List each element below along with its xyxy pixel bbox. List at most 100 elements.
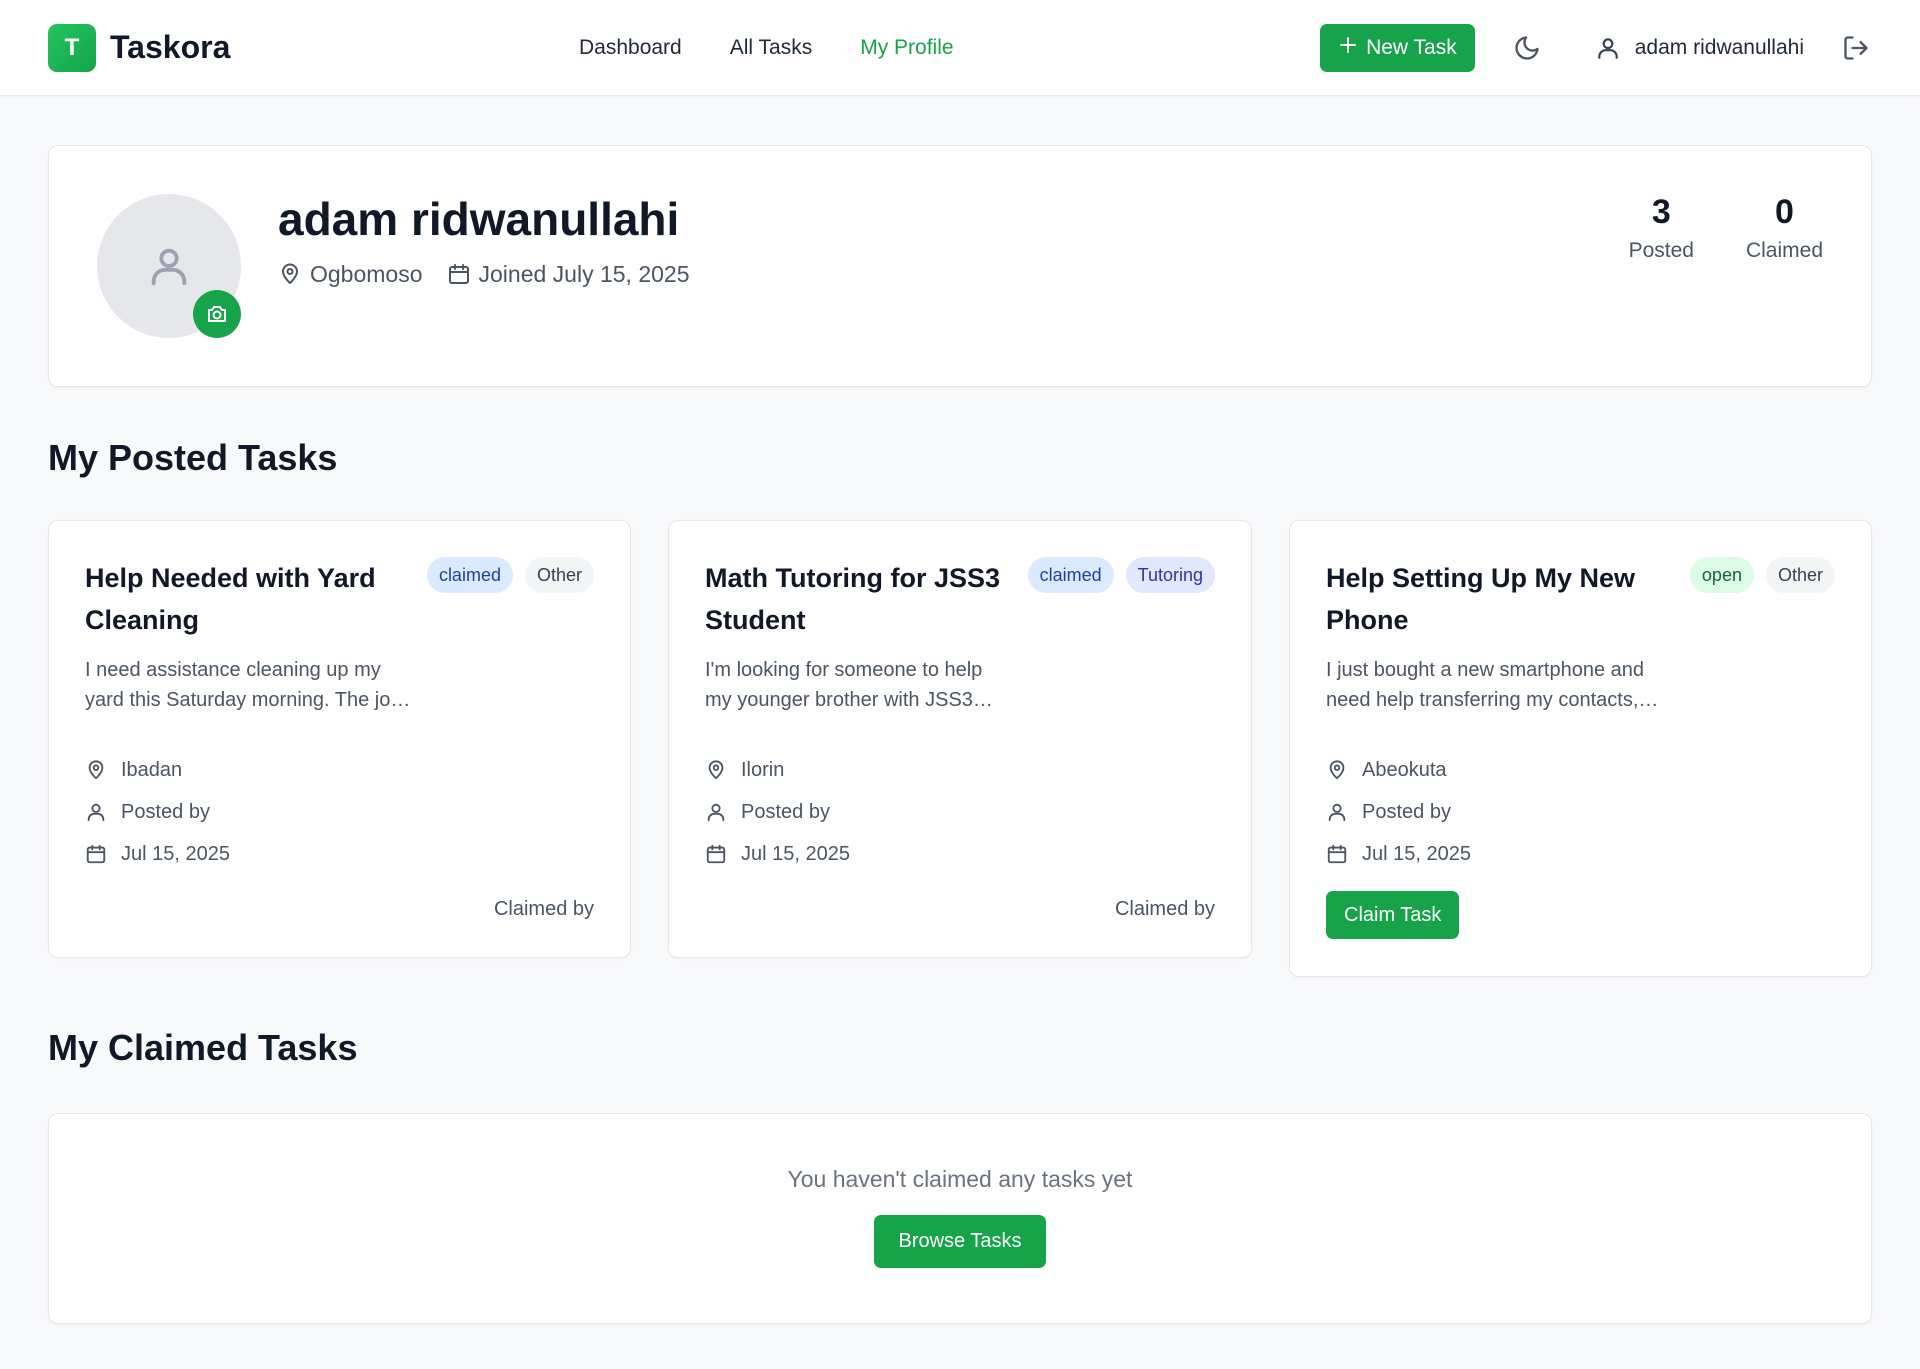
calendar-icon xyxy=(86,844,106,864)
task-location-text: Ilorin xyxy=(741,758,785,781)
header-actions: New Task adam ridwanullahi xyxy=(1320,23,1872,72)
task-posted-by-text: Posted by xyxy=(741,800,830,823)
category-badge: Other xyxy=(524,557,594,593)
profile-meta: Ogbomoso Joined July 15, 2025 xyxy=(278,261,690,288)
app-logo: T xyxy=(48,23,96,72)
change-photo-button[interactable] xyxy=(193,290,241,338)
task-description-line: I'm looking for someone to help xyxy=(705,659,983,681)
user-name: adam ridwanullahi xyxy=(1634,35,1804,59)
task-description-line: I just bought a new smartphone and xyxy=(1326,659,1644,681)
camera-icon xyxy=(208,306,226,322)
profile-location: Ogbomoso xyxy=(278,261,423,288)
brand[interactable]: T Taskora xyxy=(48,23,231,72)
status-badge: open xyxy=(1689,557,1754,593)
claimed-empty-state: You haven't claimed any tasks yet Browse… xyxy=(48,1113,1872,1324)
profile-joined-text: Joined July 15, 2025 xyxy=(478,260,690,287)
logout-icon xyxy=(1844,35,1868,60)
map-pin-icon xyxy=(88,760,104,780)
user-icon xyxy=(1597,37,1618,59)
task-location-text: Ibadan xyxy=(121,758,183,781)
browse-tasks-button[interactable]: Browse Tasks xyxy=(874,1215,1046,1268)
task-location: Ilorin xyxy=(705,757,1215,783)
task-posted-by: Posted by xyxy=(1326,799,1835,825)
status-badge: claimed xyxy=(426,557,513,593)
task-location-text: Abeokuta xyxy=(1362,758,1447,781)
task-title: Math Tutoring for JSS3 Student xyxy=(705,563,1000,635)
task-claimed-by: Claimed by xyxy=(1114,898,1215,920)
nav-all-tasks[interactable]: All Tasks xyxy=(730,36,812,60)
stat-posted-value: 3 xyxy=(1651,193,1671,231)
task-meta: Ilorin Posted by Jul 15, 2025 xyxy=(705,757,1215,867)
task-date-text: Jul 15, 2025 xyxy=(121,842,230,865)
task-date-text: Jul 15, 2025 xyxy=(741,842,850,865)
task-date-text: Jul 15, 2025 xyxy=(1362,842,1471,865)
task-card[interactable]: Math Tutoring for JSS3 Student claimed T… xyxy=(668,520,1252,958)
task-card[interactable]: Help Setting Up My New Phone open Other … xyxy=(1289,520,1872,977)
task-description: I'm looking for someone to help my young… xyxy=(705,655,1055,715)
profile-card: adam ridwanullahi Ogbomoso Joined July 1… xyxy=(48,145,1872,387)
calendar-icon xyxy=(706,844,726,864)
task-date: Jul 15, 2025 xyxy=(705,841,1215,867)
claimed-tasks-heading: My Claimed Tasks xyxy=(48,1027,358,1068)
task-posted-by-text: Posted by xyxy=(121,800,210,823)
task-badges: open Other xyxy=(1689,557,1835,593)
main-nav: Dashboard All Tasks My Profile xyxy=(579,0,954,96)
task-meta: Ibadan Posted by Jul 15, 2025 xyxy=(85,757,594,867)
category-badge: Other xyxy=(1765,557,1835,593)
nav-my-profile[interactable]: My Profile xyxy=(860,36,953,60)
profile-joined: Joined July 15, 2025 xyxy=(447,261,690,288)
app-name: Taskora xyxy=(110,29,231,65)
empty-state-text: You haven't claimed any tasks yet xyxy=(787,1166,1133,1192)
user-icon xyxy=(1328,803,1346,822)
user-menu[interactable]: adam ridwanullahi xyxy=(1595,35,1804,61)
user-icon xyxy=(707,803,725,822)
stat-claimed: 0 Claimed xyxy=(1745,193,1823,263)
map-pin-icon xyxy=(708,760,724,780)
task-claimed-by: Claimed by xyxy=(493,898,594,920)
theme-toggle-button[interactable] xyxy=(1511,32,1543,64)
profile-name: adam ridwanullahi xyxy=(278,193,680,245)
task-description-line: need help transferring my contacts,… xyxy=(1326,689,1659,711)
task-title: Help Setting Up My New Phone xyxy=(1326,563,1636,635)
new-task-label: New Task xyxy=(1366,35,1457,59)
profile-info: adam ridwanullahi Ogbomoso Joined July 1… xyxy=(278,194,690,288)
user-icon xyxy=(87,803,105,822)
posted-tasks-heading: My Posted Tasks xyxy=(48,437,338,478)
posted-tasks-list: Help Needed with Yard Cleaning claimed O… xyxy=(48,520,1872,977)
stat-claimed-value: 0 xyxy=(1775,193,1794,231)
task-description-line: I need assistance cleaning up my xyxy=(85,659,381,681)
moon-icon xyxy=(1515,35,1539,60)
task-location: Ibadan xyxy=(85,757,594,783)
task-badges: claimed Tutoring xyxy=(1027,557,1215,593)
task-date: Jul 15, 2025 xyxy=(85,841,594,867)
task-posted-by: Posted by xyxy=(85,799,594,825)
map-pin-icon xyxy=(282,263,298,285)
task-posted-by: Posted by xyxy=(705,799,1215,825)
new-task-button[interactable]: New Task xyxy=(1320,23,1475,72)
task-badges: claimed Other xyxy=(426,557,594,593)
main-content: adam ridwanullahi Ogbomoso Joined July 1… xyxy=(0,96,1920,1324)
task-description: I just bought a new smartphone and need … xyxy=(1326,655,1676,715)
task-location: Abeokuta xyxy=(1326,757,1835,783)
task-meta: Abeokuta Posted by Jul 15, 2025 xyxy=(1326,757,1835,867)
stat-posted-label: Posted xyxy=(1628,239,1694,263)
calendar-icon xyxy=(1327,844,1347,864)
task-date: Jul 15, 2025 xyxy=(1326,841,1835,867)
stat-claimed-label: Claimed xyxy=(1745,239,1823,263)
stat-posted: 3 Posted xyxy=(1628,193,1694,263)
task-title: Help Needed with Yard Cleaning xyxy=(85,563,376,635)
task-card[interactable]: Help Needed with Yard Cleaning claimed O… xyxy=(48,520,631,958)
status-badge: claimed xyxy=(1027,557,1114,593)
user-icon xyxy=(151,248,187,286)
profile-stats: 3 Posted 0 Claimed xyxy=(1628,193,1823,263)
calendar-icon xyxy=(448,264,469,285)
task-description: I need assistance cleaning up my yard th… xyxy=(85,655,435,715)
plus-icon xyxy=(1338,32,1358,60)
task-description-line: my younger brother with JSS3… xyxy=(705,689,993,711)
category-badge: Tutoring xyxy=(1125,557,1215,593)
map-pin-icon xyxy=(1329,760,1345,780)
claim-task-button[interactable]: Claim Task xyxy=(1326,891,1460,939)
task-description-line: yard this Saturday morning. The jo… xyxy=(85,689,411,711)
nav-dashboard[interactable]: Dashboard xyxy=(579,36,682,60)
logout-button[interactable] xyxy=(1840,32,1872,64)
